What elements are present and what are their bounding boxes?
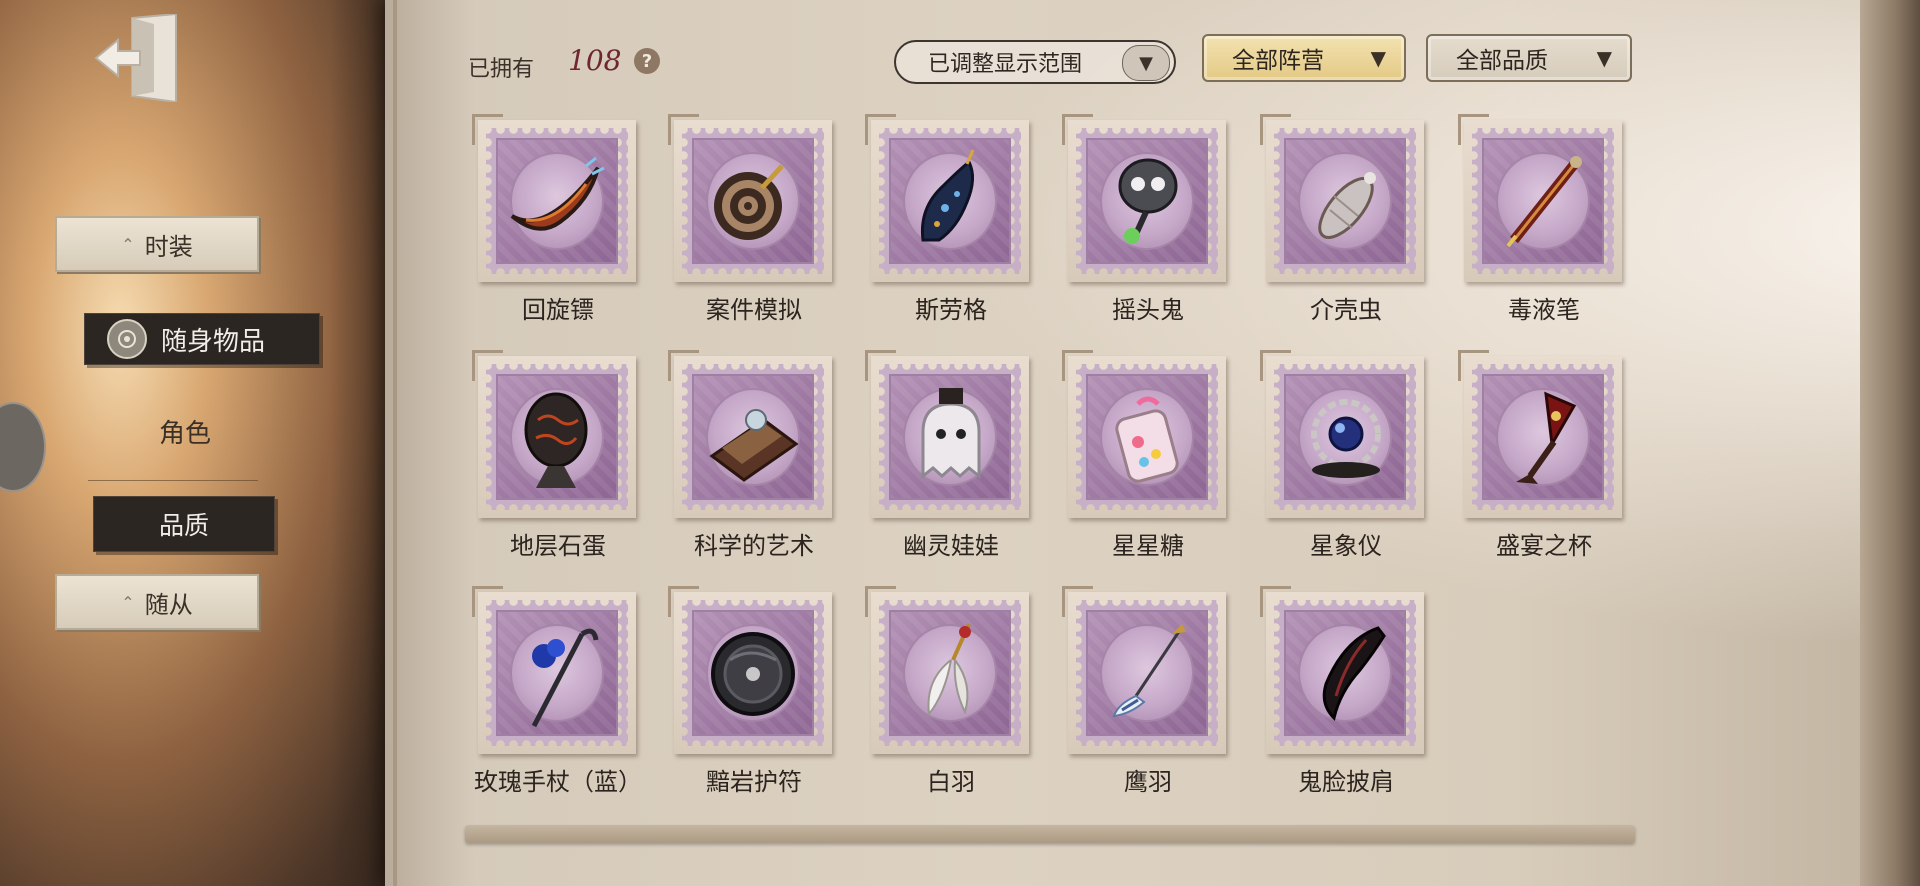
scale-insect-icon [1318,172,1376,239]
item-card[interactable]: 星象仪 [1260,350,1426,572]
item-name: 白羽 [927,768,975,796]
accessory-badge-icon [107,319,147,359]
tab-quality[interactable]: 品质 [93,496,275,552]
tab-follower-label: 随从 [144,590,193,619]
rose-cane-icon [531,628,599,728]
chevron-down-icon: ▼ [1596,46,1612,70]
item-card[interactable]: 地层石蛋 [472,350,638,572]
item-name: 介壳虫 [1310,296,1382,324]
help-icon[interactable]: ? [634,48,660,74]
item-name: 鹰羽 [1124,768,1172,796]
item-name: 盛宴之杯 [1496,532,1592,560]
venom-pen-icon [1506,156,1582,248]
ghost-shawl-icon [1322,626,1386,721]
item-card[interactable]: 白羽 [865,586,1031,808]
tab-quality-label: 品质 [158,511,209,540]
chevron-down-icon: ▼ [1370,46,1386,70]
dark-rock-amulet-icon [711,632,795,716]
camp-filter-dropdown[interactable]: 全部阵营 ▼ [1202,34,1406,82]
tab-fashion[interactable]: ⌃ 时装 [55,216,259,272]
caret-mark-icon: ⌃ [121,592,135,612]
science-book-icon [709,409,799,482]
item-card[interactable]: 摇头鬼 [1062,114,1228,336]
item-card[interactable]: 科学的艺术 [668,350,834,572]
caret-mark-icon: ⌃ [121,234,135,254]
star-candy-jar-icon [1115,396,1179,483]
item-card[interactable]: 案件模拟 [668,114,834,336]
tab-accessory-label: 随身物品 [161,326,266,357]
range-dropdown-label: 已调整显示范围 [928,52,1083,77]
tab-follower[interactable]: ⌃ 随从 [55,574,259,630]
white-feather-icon [927,623,971,717]
item-name: 回旋镖 [522,296,594,324]
tab-role[interactable]: 角色 [110,406,260,456]
panel-right-edge [1860,0,1920,886]
quality-filter-dropdown[interactable]: 全部品质 ▼ [1426,34,1632,82]
item-name: 星星糖 [1112,532,1184,560]
item-card[interactable]: 盛宴之杯 [1458,350,1624,572]
item-name: 毒液笔 [1508,296,1580,324]
item-card[interactable]: 斯劳格 [865,114,1031,336]
owned-label: 已拥有 [468,57,535,82]
item-name: 鬼脸披肩 [1298,768,1394,796]
item-card[interactable]: 毒液笔 [1458,114,1624,336]
camp-filter-label: 全部阵营 [1232,48,1324,74]
item-card[interactable]: 星星糖 [1062,350,1228,572]
bobblehead-ghost-icon [1118,158,1178,244]
tab-fashion-label: 时装 [144,232,193,261]
eagle-feather-icon [1112,624,1186,718]
chevron-down-icon: ▼ [1122,45,1170,81]
exit-door-icon[interactable] [92,14,182,102]
item-name: 案件模拟 [706,296,802,324]
item-name: 黯岩护符 [706,768,802,796]
stone-egg-icon [524,392,588,488]
item-card[interactable]: 鹰羽 [1062,586,1228,808]
item-card[interactable]: 玫瑰手杖（蓝） [472,586,642,808]
item-name: 幽灵娃娃 [903,532,999,560]
item-name: 摇头鬼 [1112,296,1184,324]
quality-filter-label: 全部品质 [1456,48,1548,74]
planetarium-icon [1311,399,1381,478]
range-dropdown[interactable]: 已调整显示范围 ▼ [894,40,1176,84]
item-card[interactable]: 鬼脸披肩 [1260,586,1426,808]
item-name: 斯劳格 [915,296,987,324]
item-card[interactable]: 回旋镖 [472,114,638,336]
owned-count: 108 [568,44,622,77]
tab-accessory[interactable]: 随身物品 [84,313,320,365]
item-name: 地层石蛋 [510,532,606,560]
scroll-rail [465,825,1635,843]
feast-cup-icon [1516,391,1577,484]
item-card[interactable]: 黯岩护符 [668,586,834,808]
item-name: 科学的艺术 [694,532,814,560]
item-name: 星象仪 [1310,532,1382,560]
target-dart-icon [714,164,784,240]
slug-icon [920,149,975,242]
ghost-doll-icon [921,388,981,480]
tab-role-label: 角色 [158,418,211,449]
item-card[interactable]: 幽灵娃娃 [865,350,1031,572]
boomerang-icon [510,156,605,231]
item-card[interactable]: 介壳虫 [1260,114,1426,336]
tab-divider [88,480,258,481]
item-name: 玫瑰手杖（蓝） [474,768,642,796]
